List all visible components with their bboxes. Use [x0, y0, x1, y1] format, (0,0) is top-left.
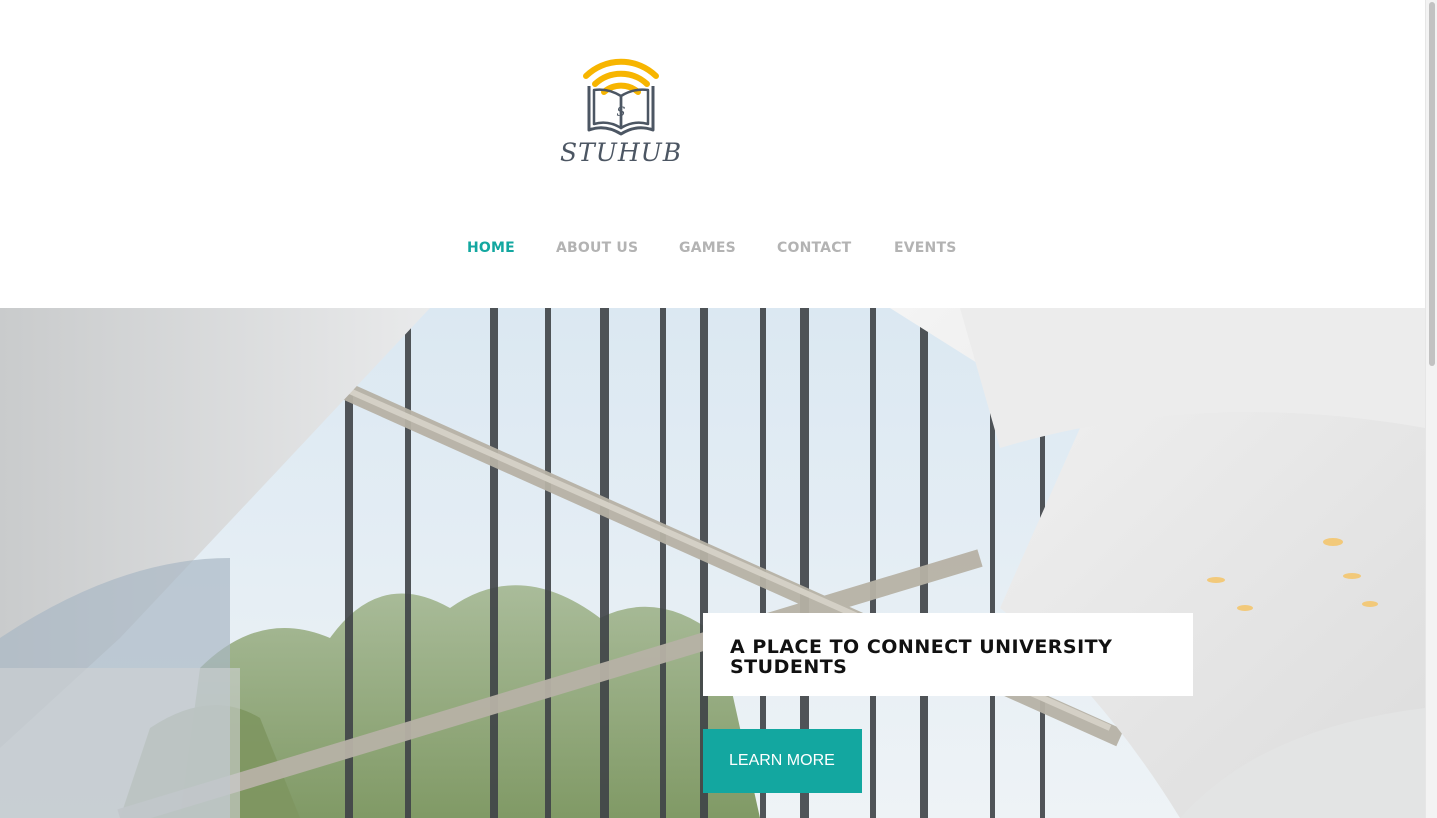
hero-section: A PLACE TO CONNECT UNIVERSITY STUDENTS L…: [0, 308, 1425, 818]
page: S STUHUB HOME ABOUT US GAMES CONTACT EVE…: [0, 0, 1425, 818]
learn-more-button[interactable]: LEARN MORE: [703, 729, 862, 793]
page-scrollbar[interactable]: [1425, 0, 1437, 818]
scrollbar-thumb[interactable]: [1429, 2, 1435, 366]
logo-letter: S: [617, 105, 626, 120]
nav-item-events[interactable]: EVENTS: [894, 240, 957, 256]
hero-title-card: A PLACE TO CONNECT UNIVERSITY STUDENTS: [703, 613, 1193, 696]
nav-item-contact[interactable]: CONTACT: [777, 240, 851, 256]
wifi-book-icon: S: [583, 58, 659, 136]
site-logo[interactable]: S STUHUB: [560, 50, 682, 174]
site-header: S STUHUB HOME ABOUT US GAMES CONTACT EVE…: [0, 0, 1425, 308]
nav-item-about-us[interactable]: ABOUT US: [556, 240, 638, 256]
hero-title: A PLACE TO CONNECT UNIVERSITY STUDENTS: [730, 636, 1113, 678]
main-nav: HOME ABOUT US GAMES CONTACT EVENTS: [0, 240, 1425, 260]
nav-item-games[interactable]: GAMES: [679, 240, 736, 256]
nav-item-home[interactable]: HOME: [467, 240, 515, 256]
logo-text: STUHUB: [560, 138, 683, 167]
